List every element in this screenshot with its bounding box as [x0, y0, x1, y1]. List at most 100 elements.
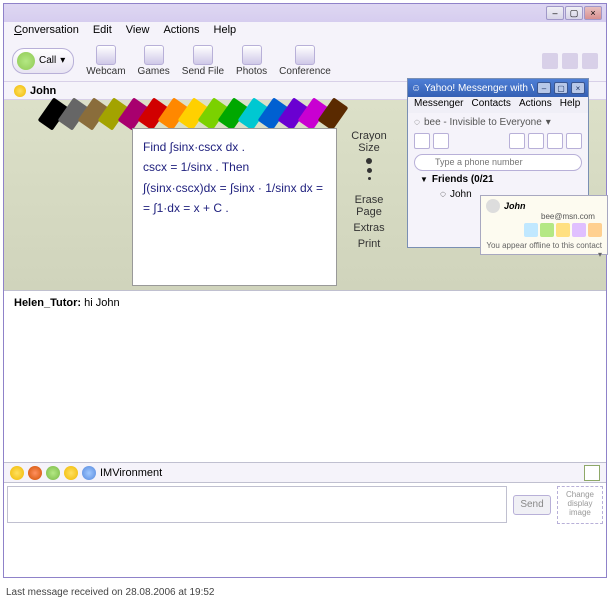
size-dot-large[interactable] [366, 158, 372, 164]
expand-icon: ▼ [420, 175, 428, 184]
friends-label: Friends (0/21 [432, 174, 494, 185]
friends-group-header[interactable]: ▼ Friends (0/21 [408, 171, 588, 187]
font-icon[interactable] [28, 466, 42, 480]
crayon-color[interactable] [318, 97, 349, 130]
close-button[interactable]: × [584, 6, 602, 20]
erase-page-button[interactable]: Erase Page [344, 194, 394, 218]
games-button[interactable]: Games [138, 45, 170, 77]
tooltip-offline-note[interactable]: You appear offline to this contact ▾ [481, 239, 607, 261]
menu-bar: Conversation Edit View Actions Help [4, 22, 606, 40]
presence-invisible-icon: ◌ [414, 117, 420, 128]
conference-button[interactable]: Conference [279, 45, 331, 77]
avatar-icon[interactable] [582, 53, 598, 69]
sendfile-button[interactable]: Send File [182, 45, 224, 77]
ym-titlebar: ☺ Yahoo! Messenger with Voice (BETA) – ▢… [408, 79, 588, 97]
imv-icon[interactable] [82, 466, 96, 480]
info-icon[interactable] [562, 53, 578, 69]
whiteboard-paper[interactable]: Find ∫sinx·cscx dx . cscx = 1/sinx . The… [132, 128, 337, 286]
extras-button[interactable]: Extras [353, 222, 384, 234]
message-input[interactable] [7, 486, 507, 523]
ym-mail-button[interactable] [509, 133, 525, 149]
conference-icon [295, 45, 315, 65]
board-line: = ∫1·dx = x + C . [143, 198, 326, 218]
webcam-button[interactable]: Webcam [86, 45, 125, 77]
tip-sms-icon[interactable] [556, 223, 570, 237]
presence-icon: ◌ [440, 189, 446, 200]
menu-edit[interactable]: Edit [93, 24, 112, 38]
chat-message: hi John [81, 297, 120, 309]
size-dot-small[interactable] [368, 177, 371, 180]
tooltip-avatar [486, 199, 500, 213]
contact-name: John [30, 85, 56, 97]
menu-conversation[interactable]: Conversation [14, 24, 79, 38]
ym-menu-messenger[interactable]: Messenger [414, 98, 463, 112]
ym-toolbar [408, 131, 588, 151]
games-icon [144, 45, 164, 65]
phone-input[interactable] [414, 154, 582, 171]
call-label: Call [39, 55, 56, 66]
ym-title: Yahoo! Messenger with Voice (BETA) [424, 83, 534, 94]
ym-add-button[interactable] [414, 133, 430, 149]
ym-radio-button[interactable] [547, 133, 563, 149]
buzz-icon[interactable] [46, 466, 60, 480]
ym-menu-actions[interactable]: Actions [519, 98, 552, 112]
status-text: Last message received on 28.08.2006 at 1… [6, 587, 214, 598]
dropdown-icon: ▾ [60, 55, 65, 66]
ym-menu-help[interactable]: Help [560, 98, 581, 112]
chat-sender: Helen_Tutor: [14, 297, 81, 309]
board-controls: Crayon Size Erase Page Extras Print [344, 130, 394, 251]
toolbar: Call ▾ Webcam Games Send File Photos Con… [4, 40, 606, 82]
tip-call-icon[interactable] [540, 223, 554, 237]
ym-sms-button[interactable] [433, 133, 449, 149]
tooltip-name: John [504, 201, 526, 211]
ym-360-button[interactable] [566, 133, 582, 149]
tooltip-email: bee@msn.com [481, 212, 607, 221]
ym-maximize-button[interactable]: ▢ [554, 82, 568, 94]
imv-label[interactable]: IMVironment [100, 467, 162, 479]
phone-icon [17, 52, 35, 70]
chat-log: Helen_Tutor: hi John [4, 290, 606, 462]
ym-menu-bar: Messenger Contacts Actions Help [408, 97, 588, 113]
emoji-bar: IMVironment [4, 462, 606, 482]
smiley-icon[interactable] [10, 466, 24, 480]
photos-icon [242, 45, 262, 65]
menu-view[interactable]: View [126, 24, 150, 38]
ym-close-button[interactable]: × [571, 82, 585, 94]
ym-phone-row [408, 151, 588, 171]
crayon-row [44, 100, 354, 128]
crayon-size-button[interactable]: Crayon Size [344, 130, 394, 154]
input-row: Send Change display image [4, 482, 606, 526]
ym-menu-contacts[interactable]: Contacts [471, 98, 510, 112]
tip-more-icon[interactable] [588, 223, 602, 237]
send-button[interactable]: Send [513, 495, 551, 515]
dropdown-icon: ▾ [546, 117, 551, 128]
avatar-toggle[interactable] [584, 465, 600, 481]
maximize-button[interactable]: ▢ [565, 6, 583, 20]
print-button[interactable]: Print [358, 238, 381, 250]
minimize-button[interactable]: – [546, 6, 564, 20]
yahoo-icon: ☺ [411, 83, 421, 94]
board-line: Find ∫sinx·cscx dx . [143, 137, 326, 157]
friend-name: John [450, 189, 472, 200]
presence-icon [14, 85, 26, 97]
menu-help[interactable]: Help [214, 24, 237, 38]
webcam-icon [96, 45, 116, 65]
tip-im-icon[interactable] [524, 223, 538, 237]
audibles-icon[interactable] [64, 466, 78, 480]
ym-calendar-button[interactable] [528, 133, 544, 149]
change-display-image[interactable]: Change display image [557, 486, 603, 524]
size-dot-medium[interactable] [367, 168, 372, 173]
menu-actions[interactable]: Actions [163, 24, 199, 38]
photos-button[interactable]: Photos [236, 45, 267, 77]
ym-minimize-button[interactable]: – [537, 82, 551, 94]
music-icon[interactable] [542, 53, 558, 69]
titlebar: – ▢ × [4, 4, 606, 22]
board-line: cscx = 1/sinx . Then [143, 157, 326, 177]
tip-mail-icon[interactable] [572, 223, 586, 237]
sendfile-icon [193, 45, 213, 65]
call-button[interactable]: Call ▾ [12, 48, 74, 74]
ym-status-row[interactable]: ◌ bee - Invisible to Everyone ▾ [408, 113, 588, 131]
contact-tooltip: John bee@msn.com You appear offline to t… [480, 195, 608, 255]
ym-status-text: bee - Invisible to Everyone [424, 117, 542, 128]
board-line: ∫(sinx·cscx)dx = ∫sinx · 1/sinx dx = [143, 178, 326, 198]
